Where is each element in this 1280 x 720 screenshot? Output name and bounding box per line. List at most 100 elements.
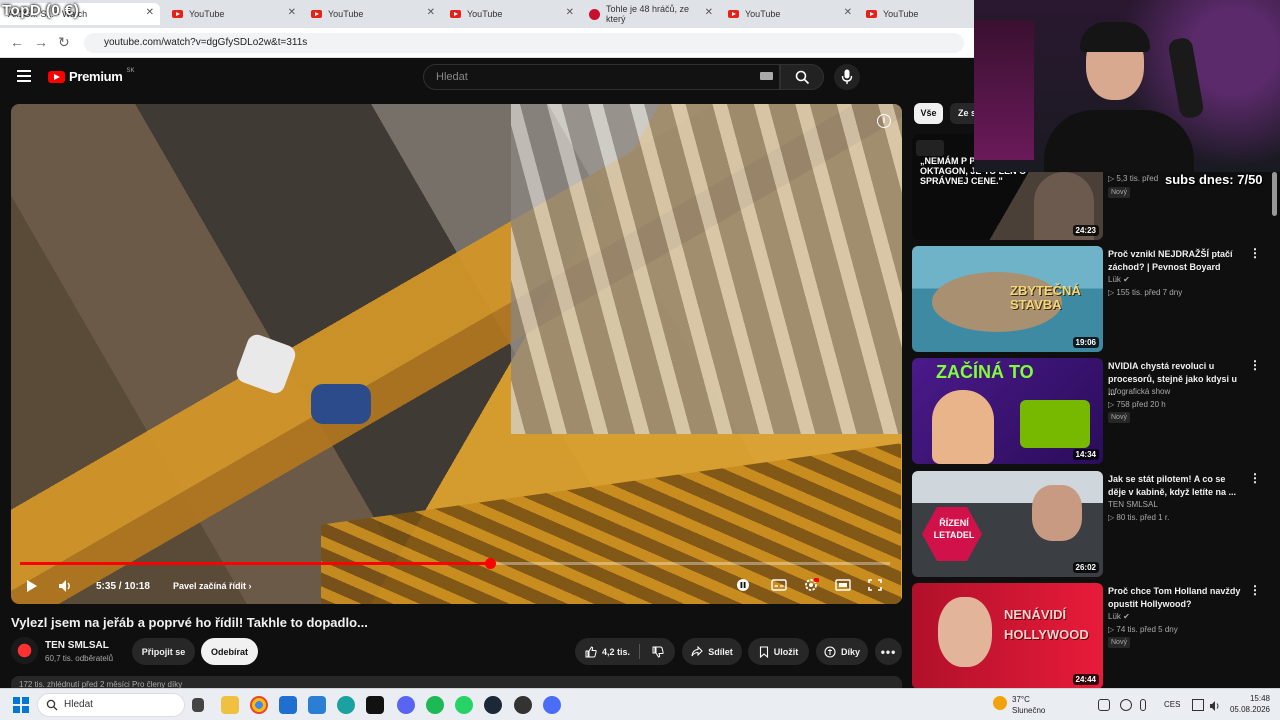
back-icon[interactable]: ← bbox=[10, 34, 24, 50]
spotify-icon[interactable] bbox=[426, 696, 444, 714]
channel-name[interactable]: TEN SMLSAL bbox=[45, 640, 109, 651]
forward-icon[interactable]: → bbox=[34, 34, 48, 50]
video-player[interactable]: i bbox=[11, 104, 902, 604]
video-thumbnail[interactable]: NENÁVIDÍ HOLLYWOOD 24:44 bbox=[912, 583, 1103, 689]
search-input[interactable]: Hledat bbox=[423, 64, 780, 90]
app-icon[interactable] bbox=[543, 696, 561, 714]
more-options-icon[interactable]: ⋮ bbox=[1249, 472, 1261, 484]
play-icon[interactable] bbox=[27, 580, 37, 592]
recommendation-item[interactable]: ZBYTEČNÁ STAVBA 19:06 Proč vznikl NEJDRA… bbox=[912, 246, 1272, 352]
app-icon[interactable] bbox=[308, 696, 326, 714]
browser-tab[interactable]: YouTube ✕ bbox=[164, 3, 302, 25]
new-badge: Nový bbox=[1108, 187, 1130, 198]
save-button[interactable]: Uložit bbox=[748, 638, 809, 665]
browser-tab[interactable]: Tohle je 48 hráčů, ze který ✕ bbox=[581, 3, 719, 25]
windows-start-icon[interactable] bbox=[13, 697, 29, 713]
video-title[interactable]: Proč vznikl NEJDRAŽŠÍ ptačí záchod? | Pe… bbox=[1108, 248, 1244, 274]
video-frame-object bbox=[311, 384, 371, 424]
channel-name[interactable]: Lük ✔ bbox=[1108, 612, 1130, 621]
voice-search-button[interactable] bbox=[834, 64, 860, 90]
recommendation-item[interactable]: ZAČÍNÁ TO 14:34 NVIDIA chystá revoluci u… bbox=[912, 358, 1272, 464]
browser-tab[interactable]: YouTube ✕ bbox=[303, 3, 441, 25]
sidebar-scrollbar[interactable] bbox=[1272, 172, 1277, 216]
settings-icon[interactable] bbox=[803, 578, 819, 592]
task-view-icon[interactable] bbox=[192, 698, 204, 712]
whatsapp-icon[interactable] bbox=[455, 696, 473, 714]
thanks-button[interactable]: Díky bbox=[816, 638, 868, 665]
like-button[interactable]: 4,2 tis. bbox=[585, 645, 630, 658]
video-title[interactable]: Proč chce Tom Holland navždy opustit Hol… bbox=[1108, 585, 1244, 611]
info-icon[interactable]: i bbox=[877, 114, 891, 128]
channel-name[interactable]: TEN SMLSAL bbox=[1108, 500, 1158, 509]
video-thumbnail[interactable]: ZBYTEČNÁ STAVBA 19:06 bbox=[912, 246, 1103, 352]
dislike-button[interactable] bbox=[652, 646, 664, 660]
language-indicator[interactable]: CES bbox=[1164, 700, 1180, 709]
progress-handle[interactable] bbox=[484, 558, 496, 569]
theater-mode-icon[interactable] bbox=[835, 578, 851, 592]
youtube-header: Premium SK Hledat bbox=[0, 58, 974, 98]
more-actions-button[interactable]: ••• bbox=[875, 638, 902, 665]
channel-name[interactable]: Lük ✔ bbox=[1108, 275, 1130, 284]
more-options-icon[interactable]: ⋮ bbox=[1249, 584, 1261, 596]
video-meta: ▷ 758 před 20 h bbox=[1108, 400, 1166, 409]
close-icon[interactable]: ✕ bbox=[566, 7, 574, 18]
close-icon[interactable]: ✕ bbox=[288, 7, 296, 18]
video-thumbnail[interactable]: ŘÍZENÍ LETADEL 26:02 bbox=[912, 471, 1103, 577]
channel-avatar[interactable] bbox=[11, 637, 38, 664]
video-meta: ▷ 155 tis. před 7 dny bbox=[1108, 288, 1183, 297]
like-dislike-group: 4,2 tis. bbox=[575, 638, 675, 665]
microphone-icon[interactable] bbox=[1140, 699, 1146, 711]
subscribe-button[interactable]: Odebírat bbox=[201, 638, 258, 665]
taskbar: Hledat 37°C Slunečno CES 15:48 05.08.202… bbox=[0, 688, 1280, 720]
thanks-label: Díky bbox=[840, 646, 860, 657]
description-box[interactable]: 172 tis. zhlédnutí před 2 měsíci Pro čle… bbox=[11, 676, 902, 688]
close-icon[interactable]: ✕ bbox=[427, 7, 435, 18]
url-field[interactable]: youtube.com/watch?v=dgGfySDLo2w&t=311s bbox=[84, 33, 964, 53]
video-title[interactable]: Jak se stát pilotem! A co se děje v kabi… bbox=[1108, 473, 1244, 499]
weather-condition: Slunečno bbox=[1012, 706, 1046, 715]
display-icon[interactable] bbox=[1192, 699, 1204, 711]
chrome-icon[interactable] bbox=[250, 696, 268, 714]
more-options-icon[interactable]: ⋮ bbox=[1249, 359, 1261, 371]
youtube-logo[interactable]: Premium SK bbox=[48, 68, 135, 84]
steam-icon[interactable] bbox=[484, 696, 502, 714]
speaker-icon[interactable] bbox=[1209, 699, 1221, 711]
file-explorer-icon[interactable] bbox=[221, 696, 239, 714]
channel-name[interactable]: Infografická show bbox=[1108, 387, 1170, 396]
browser-tab[interactable]: YouTube ✕ bbox=[442, 3, 580, 25]
obs-icon[interactable] bbox=[514, 696, 532, 714]
recommendation-item[interactable]: ŘÍZENÍ LETADEL 26:02 Jak se stát pilotem… bbox=[912, 471, 1272, 577]
recommendation-item[interactable]: NENÁVIDÍ HOLLYWOOD 24:44 Proč chce Tom H… bbox=[912, 583, 1272, 689]
browser-tab[interactable]: YouTube bbox=[858, 3, 974, 25]
browser-tab[interactable]: YouTube ✕ bbox=[720, 3, 858, 25]
thumbnail-person bbox=[1032, 485, 1082, 541]
pause-autoplay-icon[interactable] bbox=[735, 578, 751, 592]
store-icon[interactable] bbox=[279, 696, 297, 714]
more-options-icon[interactable]: ⋮ bbox=[1249, 247, 1261, 259]
tray-icon[interactable] bbox=[1098, 699, 1110, 711]
search-button[interactable] bbox=[780, 64, 824, 90]
app-icon[interactable] bbox=[366, 696, 384, 714]
volume-icon[interactable] bbox=[58, 579, 72, 593]
discord-icon[interactable] bbox=[397, 696, 415, 714]
keyboard-icon[interactable] bbox=[760, 72, 773, 80]
reload-icon[interactable]: ↻ bbox=[58, 34, 70, 51]
join-button[interactable]: Připojit se bbox=[132, 638, 195, 665]
progress-bar[interactable] bbox=[20, 558, 890, 569]
divider bbox=[639, 644, 640, 659]
bookmark-icon bbox=[759, 645, 768, 658]
subtitles-icon[interactable] bbox=[771, 578, 787, 592]
chip-all[interactable]: Vše bbox=[914, 103, 943, 124]
menu-icon[interactable] bbox=[17, 70, 31, 82]
close-icon[interactable]: ✕ bbox=[844, 7, 852, 18]
system-clock[interactable]: 15:48 05.08.2026 bbox=[1228, 693, 1270, 715]
fullscreen-icon[interactable] bbox=[867, 578, 883, 592]
edge-icon[interactable] bbox=[337, 696, 355, 714]
taskbar-search[interactable]: Hledat bbox=[37, 693, 185, 717]
close-icon[interactable]: ✕ bbox=[705, 7, 713, 18]
video-thumbnail[interactable]: ZAČÍNÁ TO 14:34 bbox=[912, 358, 1103, 464]
share-button[interactable]: Sdílet bbox=[682, 638, 742, 665]
network-icon[interactable] bbox=[1120, 699, 1132, 711]
close-icon[interactable]: ✕ bbox=[146, 7, 154, 18]
chapter-title[interactable]: Pavel začíná řídit › bbox=[173, 581, 252, 591]
